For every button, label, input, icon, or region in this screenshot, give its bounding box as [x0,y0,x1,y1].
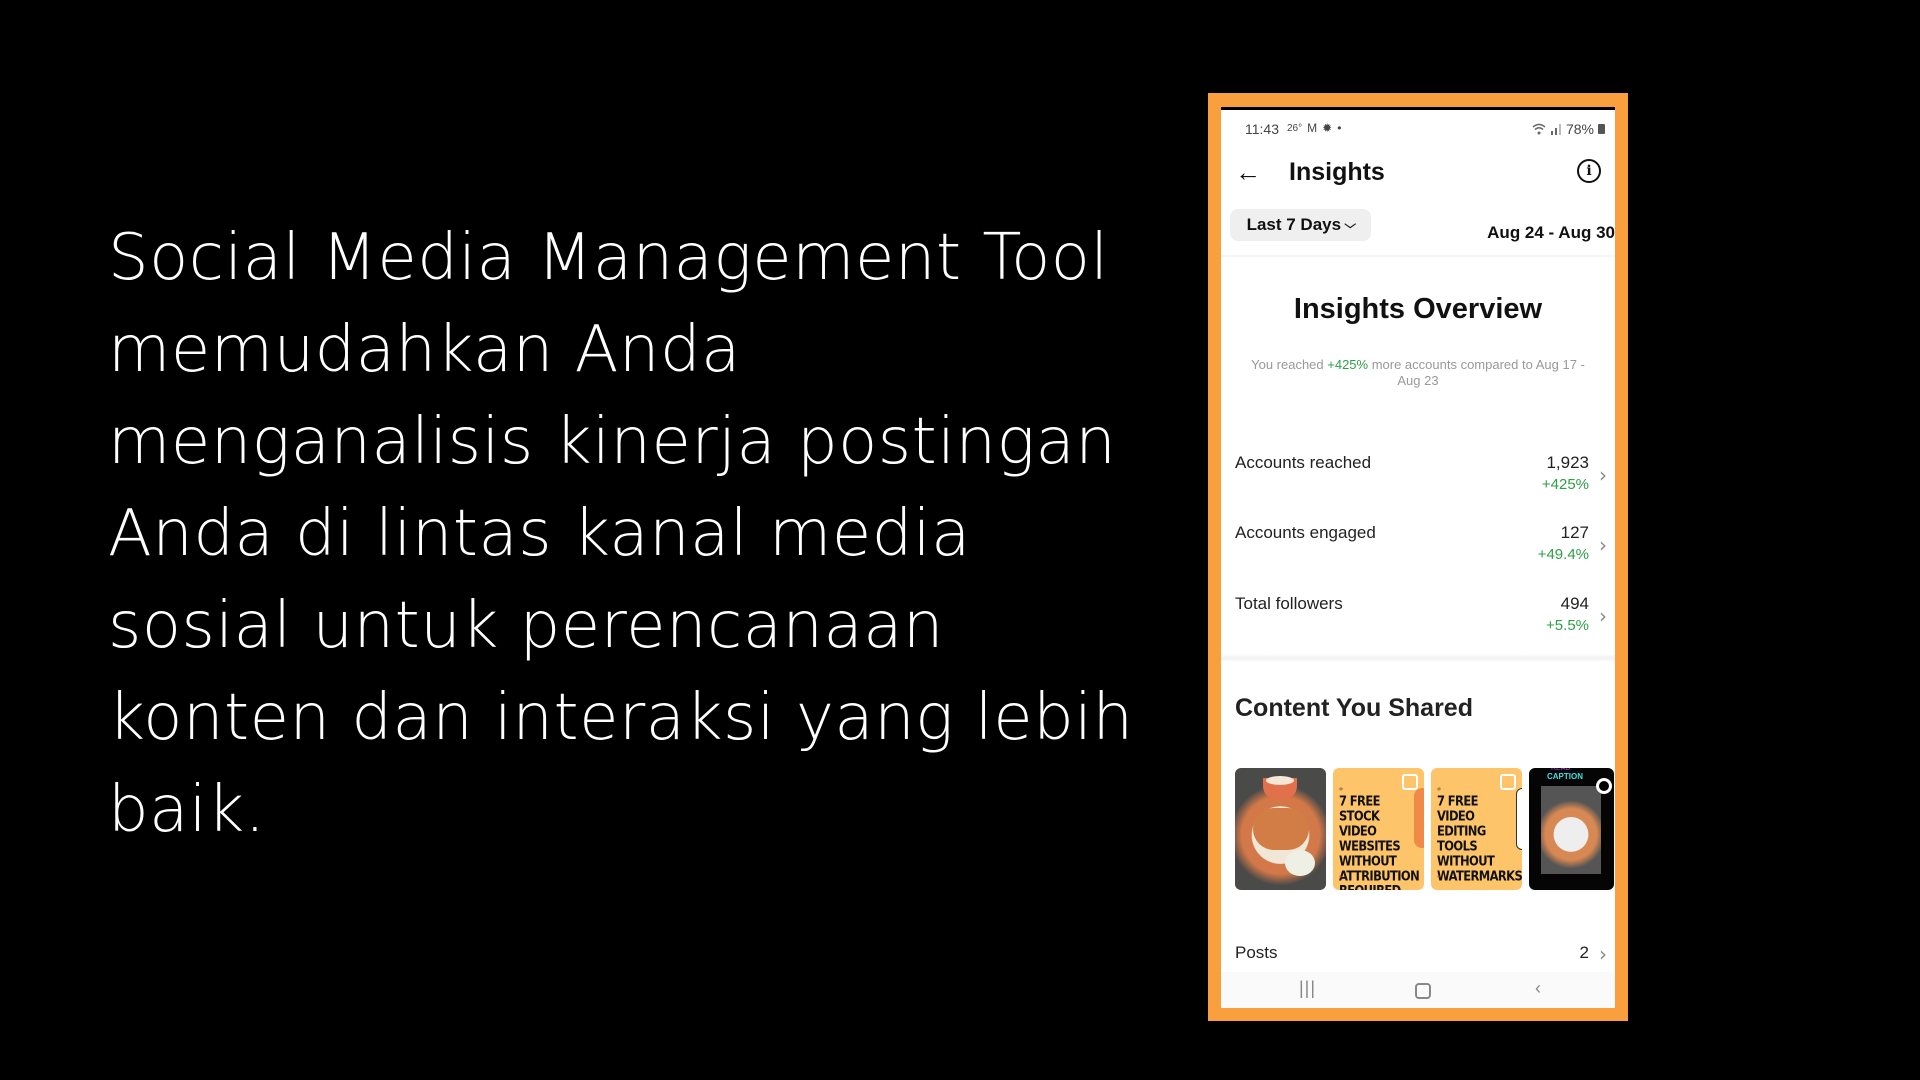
illustration-figure [1414,788,1424,848]
content-thumbnails: @ 7 FREE STOCK VIDEO WEBSITES WITHOUT AT… [1235,768,1614,890]
metric-delta: +425% [1541,476,1589,493]
content-section-title: Content You Shared [1235,694,1473,722]
metric-delta: +49.4% [1537,546,1589,563]
thumbnail-photo-pancakes[interactable] [1235,768,1326,890]
phone-frame: 11:43 26° M ✹ • 78% ← Insights i Last 7 … [1208,93,1628,1021]
status-time: 11:43 [1245,121,1279,137]
headline-line: menganalisis kinerja postingan [108,405,1117,479]
thumbnail-handle: @ [1339,786,1344,791]
headline-line: sosial untuk perencanaan [108,589,944,663]
chevron-right-icon: › [1599,942,1607,966]
status-bar: 11:43 26° M ✹ • 78% [1221,117,1615,141]
headline-text: Social Media Management Tool memudahkan … [108,212,1148,856]
metric-value: 494 [1560,594,1589,613]
page-title: Insights [1289,158,1385,186]
date-range-label: Last 7 Days [1246,215,1342,234]
reel-image [1541,786,1601,874]
date-range-text: Aug 24 - Aug 30 [1487,223,1615,242]
dot-icon: • [1337,121,1342,135]
status-right-icons: 78% [1532,121,1605,137]
illustration-figure [1516,788,1522,850]
pancake-shape [1253,808,1309,850]
overview-subtitle: You reached +425% more accounts compared… [1251,357,1585,389]
subtitle-suffix: more accounts compared to Aug 17 - Aug 2… [1368,357,1585,388]
metric-label: Total followers [1235,594,1343,613]
headline-line: memudahkan Anda [108,313,741,387]
date-range-dropdown[interactable]: Last 7 Days ⌵ [1230,209,1371,241]
thumbnail-stock-video-websites[interactable]: @ 7 FREE STOCK VIDEO WEBSITES WITHOUT AT… [1333,768,1424,890]
metric-row-accounts-engaged[interactable]: Accounts engaged 127 +49.4% › [1221,523,1615,583]
android-nav-bar: ||| ‹ [1221,972,1615,1008]
overview-title: Insights Overview [1293,293,1543,325]
battery-icon [1598,124,1605,134]
thumbnail-text: 7 FREE VIDEO EDITING TOOLS WITHOUT WATER… [1437,792,1522,884]
status-left-icons: 26° M ✹ • [1287,121,1341,135]
section-divider [1221,654,1615,662]
thumbnail-handle: @ [1437,786,1442,791]
headline-line: Anda di lintas kanal media [108,497,971,571]
header-divider [1221,255,1615,257]
chevron-down-icon: ⌵ [1344,218,1357,231]
headline-line: Social Media Management Tool [108,221,1109,295]
ice-cream-shape [1285,850,1315,876]
reel-icon [1596,778,1612,794]
battery-level: 78% [1565,121,1594,137]
chevron-right-icon: › [1599,533,1607,557]
subtitle-prefix: You reached [1251,357,1328,372]
posts-label: Posts [1235,943,1278,962]
info-icon[interactable]: i [1577,159,1601,183]
metric-delta: +5.5% [1546,617,1589,634]
app-bar: ← Insights i [1221,153,1615,193]
thumbnail-text: 7 FREE STOCK VIDEO WEBSITES WITHOUT ATTR… [1339,792,1420,890]
home-icon[interactable] [1415,983,1431,999]
subtitle-highlight: +425% [1327,357,1369,372]
chevron-right-icon: › [1599,604,1607,628]
nav-back-icon[interactable]: ‹ [1535,978,1541,999]
metric-value: 1,923 [1546,453,1589,472]
wifi-icon [1532,123,1546,135]
weather-sun-icon: ✹ [1322,121,1333,135]
reel-caption: CAPTION [1547,772,1583,781]
posts-count: 2 [1579,943,1589,962]
posts-row[interactable]: Posts 2 › [1221,942,1615,969]
carousel-icon [1402,774,1418,790]
gmail-icon: M [1307,121,1318,135]
metric-row-accounts-reached[interactable]: Accounts reached 1,923 +425% › [1221,453,1615,513]
back-arrow-icon[interactable]: ← [1235,157,1261,187]
brand-mark: ● [1437,874,1441,880]
carousel-icon [1500,774,1516,790]
headline-line: baik. [108,773,266,847]
chevron-right-icon: › [1599,463,1607,487]
thumbnail-reel[interactable]: READ CAPTION [1529,768,1614,890]
phone-screen: 11:43 26° M ✹ • 78% ← Insights i Last 7 … [1221,107,1615,1008]
screen-top-edge [1221,107,1615,110]
metric-value: 127 [1560,523,1589,542]
signal-icon [1550,124,1561,135]
metric-label: Accounts reached [1235,453,1372,472]
thumbnail-video-editing-tools[interactable]: @ 7 FREE VIDEO EDITING TOOLS WITHOUT WAT… [1431,768,1522,890]
metric-label: Accounts engaged [1235,523,1376,542]
metric-row-total-followers[interactable]: Total followers 494 +5.5% › [1221,594,1615,654]
recent-apps-icon[interactable]: ||| [1299,978,1316,999]
headline-line: konten dan interaksi yang lebih [108,681,1134,755]
temperature: 26° [1287,122,1303,134]
coffee-foam-shape [1266,776,1294,785]
brand-mark: ● [1339,874,1343,880]
